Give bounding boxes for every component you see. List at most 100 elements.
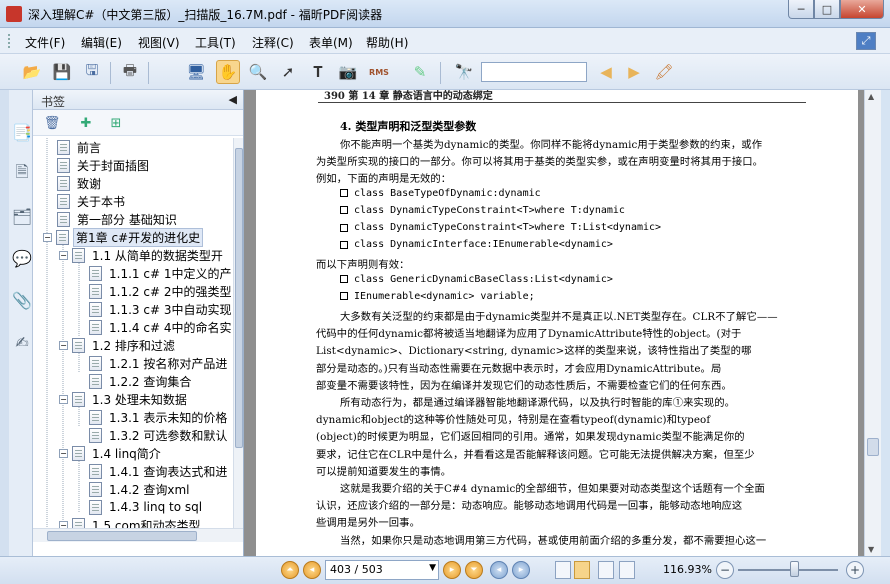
go-forward-icon[interactable]: ▸ <box>512 561 530 579</box>
continuous-view-icon[interactable] <box>574 561 590 579</box>
bookmark-item[interactable]: 前言 <box>57 138 103 156</box>
bookmark-item[interactable]: 1.1.2 c# 2中的强类型 <box>89 282 233 300</box>
zoom-slider-track[interactable] <box>738 569 838 571</box>
next-page-icon[interactable]: ▸ <box>443 561 461 579</box>
bookmark-item[interactable]: 1.1.1 c# 1中定义的产 <box>89 264 233 282</box>
bookmark-item[interactable]: 1.3.1 表示未知的价格 <box>89 408 229 426</box>
menu-help[interactable]: 帮助(H) <box>366 34 408 51</box>
zoom-in-icon[interactable]: + <box>846 561 864 579</box>
save-as-icon[interactable]: 🖫 <box>80 60 104 84</box>
sign-icon[interactable]: ✎ <box>408 60 432 84</box>
bookmark-item[interactable]: 关于本书 <box>57 192 127 210</box>
menu-form[interactable]: 表单(M) <box>309 34 353 51</box>
delete-bookmark-icon[interactable]: 🗑 <box>43 114 61 132</box>
comments-panel-icon[interactable]: 💬 <box>11 246 33 270</box>
page-dropdown-icon[interactable]: ▼ <box>429 563 436 573</box>
bookmark-item[interactable]: 1.1.3 c# 3中自动实现 <box>89 300 233 318</box>
continuous-facing-view-icon[interactable] <box>619 561 635 579</box>
layers-panel-icon[interactable]: 🗂 <box>11 204 33 228</box>
save-icon[interactable]: 💾 <box>50 60 74 84</box>
bookmark-item[interactable]: 第一部分 基础知识 <box>57 210 179 228</box>
maximize-button[interactable]: □ <box>814 0 840 19</box>
screen-icon[interactable]: 🖥 <box>184 60 208 84</box>
zoom-out-icon[interactable]: − <box>716 561 734 579</box>
last-page-icon[interactable]: ⏷ <box>465 561 483 579</box>
bookmark-item[interactable]: − 1.5 com和动态类型 <box>59 516 203 528</box>
bookmark-item[interactable]: 致谢 <box>57 174 103 192</box>
pages-panel-icon[interactable]: 🗎 <box>11 162 33 186</box>
scroll-down-arrow-icon[interactable]: ▼ <box>868 545 874 554</box>
bookmark-item[interactable]: 1.4.3 linq to sql <box>89 498 204 516</box>
bookmark-label: 关于本书 <box>77 194 126 209</box>
menu-file[interactable]: 文件(F) <box>25 34 65 51</box>
close-button[interactable]: ✕ <box>840 0 884 19</box>
search-input[interactable] <box>481 62 587 82</box>
document-vertical-scrollbar[interactable]: ▲ ▼ <box>864 90 881 556</box>
signatures-panel-icon[interactable]: ✍ <box>11 330 33 354</box>
highlight-icon[interactable]: 🖍 <box>652 60 676 84</box>
page-number-field[interactable]: 403 / 503 ▼ <box>325 560 439 580</box>
scroll-thumb[interactable] <box>867 438 879 456</box>
menu-tools[interactable]: 工具(T) <box>195 34 236 51</box>
bookmarks-panel-icon[interactable]: 📑 <box>11 120 33 144</box>
bookmark-item[interactable]: 1.2.1 按名称对产品进 <box>89 354 229 372</box>
bookmark-page-icon <box>57 175 70 191</box>
menu-view[interactable]: 视图(V) <box>138 34 180 51</box>
hand-tool-icon[interactable]: ✋ <box>216 60 240 84</box>
bookmark-item[interactable]: 1.2.2 查询集合 <box>89 372 193 390</box>
bookmark-item[interactable]: − 1.2 排序和过滤 <box>59 336 177 354</box>
rms-icon[interactable]: RMS <box>367 60 391 84</box>
next-result-icon[interactable]: ▶ <box>622 60 646 84</box>
scroll-thumb[interactable] <box>47 531 197 541</box>
expand-collapse-icon[interactable]: − <box>59 340 68 350</box>
menu-edit[interactable]: 编辑(E) <box>81 34 122 51</box>
bookmark-item[interactable]: − 第1章 c#开发的进化史 <box>43 227 204 247</box>
facing-view-icon[interactable] <box>598 561 614 579</box>
scroll-up-arrow-icon[interactable]: ▲ <box>868 92 874 101</box>
open-icon[interactable]: 📂 <box>20 60 44 84</box>
single-page-view-icon[interactable] <box>555 561 571 579</box>
prev-result-icon[interactable]: ◀ <box>594 60 618 84</box>
document-view[interactable]: 390 第 14 章 静态语言中的动态绑定 4. 类型声明和泛型类型参数 你不能… <box>244 90 864 556</box>
body-text-line: 部分是动态的。)只有当动态性需要在元数据中表示时，才会应用DynamicAttr… <box>316 362 722 375</box>
bookmark-item[interactable]: 1.3.2 可选参数和默认 <box>89 426 229 444</box>
bookmark-item[interactable]: − 1.3 处理未知数据 <box>59 390 189 408</box>
go-back-icon[interactable]: ◂ <box>490 561 508 579</box>
bookmark-item[interactable]: − 1.4 linq简介 <box>59 444 163 462</box>
snapshot-icon[interactable]: 📷 <box>336 60 360 84</box>
add-bookmark-icon[interactable]: ✚ <box>77 114 95 132</box>
text-select-icon[interactable]: 𝐓 <box>306 60 330 84</box>
expand-collapse-icon[interactable]: − <box>59 448 68 458</box>
attachments-panel-icon[interactable]: 📎 <box>11 288 33 312</box>
zoom-level[interactable]: 116.93% <box>652 561 712 579</box>
select-arrow-icon[interactable]: ➚ <box>276 60 300 84</box>
add-child-bookmark-icon[interactable]: ⊞ <box>107 114 125 132</box>
expand-collapse-icon[interactable]: − <box>59 250 68 260</box>
print-icon[interactable]: 🖶 <box>118 60 142 84</box>
first-page-icon[interactable]: ⏶ <box>281 561 299 579</box>
find-binoculars-icon[interactable]: 🔭 <box>452 60 476 84</box>
scroll-thumb[interactable] <box>235 148 243 448</box>
bookmark-item[interactable]: 1.4.2 查询xml <box>89 480 191 498</box>
body-text-line: 所有动态行为，都是通过编译器智能地翻译源代码，以及执行时智能的库①来实现的。 <box>340 397 736 409</box>
zoom-slider-thumb[interactable] <box>790 561 799 577</box>
bookmark-item[interactable]: 1.4.1 查询表达式和进 <box>89 462 229 480</box>
bookmarks-horizontal-scrollbar[interactable] <box>33 528 243 542</box>
expand-collapse-icon[interactable]: − <box>59 394 68 404</box>
bookmark-label: 前言 <box>77 140 102 155</box>
running-head: 390 第 14 章 静态语言中的动态绑定 <box>324 91 493 102</box>
expand-collapse-icon[interactable]: − <box>59 520 68 528</box>
zoom-tool-icon[interactable]: 🔍 <box>246 60 270 84</box>
bookmark-item[interactable]: 1.1.4 c# 4中的命名实 <box>89 318 233 336</box>
toolbar-separator <box>440 62 441 84</box>
collapse-panel-icon[interactable]: ◀ <box>229 93 237 106</box>
bookmark-item[interactable]: − 1.1 从简单的数据类型开 <box>59 246 225 264</box>
previous-page-icon[interactable]: ◂ <box>303 561 321 579</box>
bookmark-page-icon <box>89 499 102 515</box>
bookmarks-vertical-scrollbar[interactable] <box>233 138 243 528</box>
expand-collapse-icon[interactable]: − <box>43 232 52 242</box>
menu-comment[interactable]: 注释(C) <box>252 34 294 51</box>
restore-layout-icon[interactable]: ⤢ <box>856 32 876 50</box>
minimize-button[interactable]: ─ <box>788 0 814 19</box>
bookmark-item[interactable]: 关于封面插图 <box>57 156 151 174</box>
